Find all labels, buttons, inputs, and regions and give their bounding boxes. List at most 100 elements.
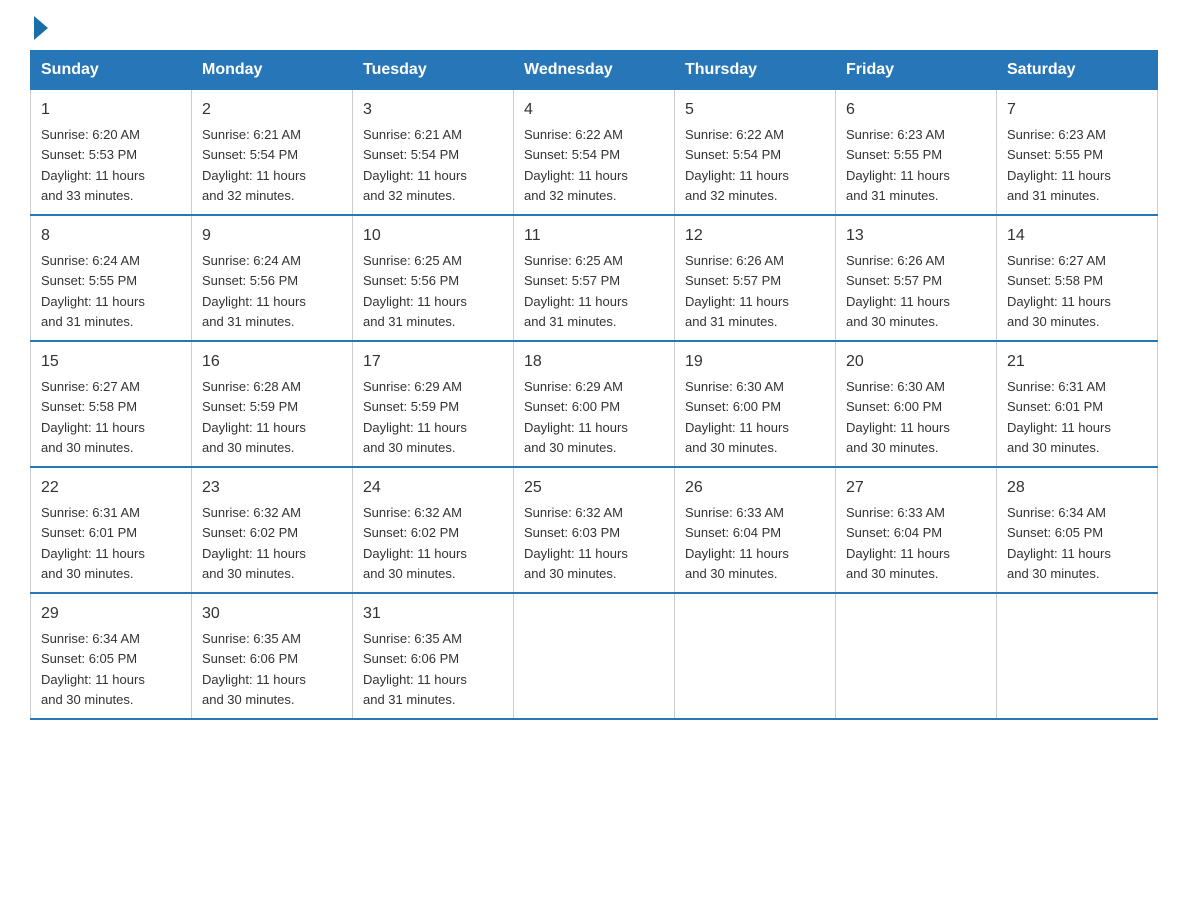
day-info: Sunrise: 6:33 AMSunset: 6:04 PMDaylight:…: [685, 505, 789, 581]
day-number: 8: [41, 224, 181, 248]
day-number: 12: [685, 224, 825, 248]
header-sunday: Sunday: [31, 51, 192, 90]
calendar-cell: 20 Sunrise: 6:30 AMSunset: 6:00 PMDaylig…: [836, 341, 997, 467]
day-number: 19: [685, 350, 825, 374]
day-info: Sunrise: 6:26 AMSunset: 5:57 PMDaylight:…: [685, 253, 789, 329]
day-info: Sunrise: 6:24 AMSunset: 5:56 PMDaylight:…: [202, 253, 306, 329]
header-saturday: Saturday: [997, 51, 1158, 90]
day-number: 4: [524, 98, 664, 122]
day-info: Sunrise: 6:25 AMSunset: 5:57 PMDaylight:…: [524, 253, 628, 329]
day-info: Sunrise: 6:33 AMSunset: 6:04 PMDaylight:…: [846, 505, 950, 581]
day-info: Sunrise: 6:24 AMSunset: 5:55 PMDaylight:…: [41, 253, 145, 329]
calendar-cell: 12 Sunrise: 6:26 AMSunset: 5:57 PMDaylig…: [675, 215, 836, 341]
calendar-cell: 1 Sunrise: 6:20 AMSunset: 5:53 PMDayligh…: [31, 90, 192, 216]
calendar-cell: 17 Sunrise: 6:29 AMSunset: 5:59 PMDaylig…: [353, 341, 514, 467]
calendar-cell: 7 Sunrise: 6:23 AMSunset: 5:55 PMDayligh…: [997, 90, 1158, 216]
calendar-cell: 11 Sunrise: 6:25 AMSunset: 5:57 PMDaylig…: [514, 215, 675, 341]
day-info: Sunrise: 6:21 AMSunset: 5:54 PMDaylight:…: [363, 127, 467, 203]
header-thursday: Thursday: [675, 51, 836, 90]
calendar-cell: 15 Sunrise: 6:27 AMSunset: 5:58 PMDaylig…: [31, 341, 192, 467]
calendar-header-row: SundayMondayTuesdayWednesdayThursdayFrid…: [31, 51, 1158, 90]
logo-arrow-icon: [34, 16, 48, 40]
day-number: 29: [41, 602, 181, 626]
day-number: 16: [202, 350, 342, 374]
day-info: Sunrise: 6:23 AMSunset: 5:55 PMDaylight:…: [846, 127, 950, 203]
day-number: 5: [685, 98, 825, 122]
day-number: 17: [363, 350, 503, 374]
calendar-cell: [997, 593, 1158, 719]
calendar-cell: 6 Sunrise: 6:23 AMSunset: 5:55 PMDayligh…: [836, 90, 997, 216]
calendar-cell: 14 Sunrise: 6:27 AMSunset: 5:58 PMDaylig…: [997, 215, 1158, 341]
day-info: Sunrise: 6:23 AMSunset: 5:55 PMDaylight:…: [1007, 127, 1111, 203]
calendar-cell: 16 Sunrise: 6:28 AMSunset: 5:59 PMDaylig…: [192, 341, 353, 467]
day-info: Sunrise: 6:31 AMSunset: 6:01 PMDaylight:…: [41, 505, 145, 581]
day-number: 15: [41, 350, 181, 374]
calendar-cell: [675, 593, 836, 719]
calendar-cell: 13 Sunrise: 6:26 AMSunset: 5:57 PMDaylig…: [836, 215, 997, 341]
calendar-cell: [514, 593, 675, 719]
day-number: 10: [363, 224, 503, 248]
header-monday: Monday: [192, 51, 353, 90]
calendar-cell: 28 Sunrise: 6:34 AMSunset: 6:05 PMDaylig…: [997, 467, 1158, 593]
calendar-cell: 3 Sunrise: 6:21 AMSunset: 5:54 PMDayligh…: [353, 90, 514, 216]
calendar-cell: 4 Sunrise: 6:22 AMSunset: 5:54 PMDayligh…: [514, 90, 675, 216]
day-number: 31: [363, 602, 503, 626]
day-number: 1: [41, 98, 181, 122]
week-row-5: 29 Sunrise: 6:34 AMSunset: 6:05 PMDaylig…: [31, 593, 1158, 719]
day-info: Sunrise: 6:35 AMSunset: 6:06 PMDaylight:…: [202, 631, 306, 707]
day-number: 3: [363, 98, 503, 122]
day-info: Sunrise: 6:32 AMSunset: 6:03 PMDaylight:…: [524, 505, 628, 581]
calendar-cell: 25 Sunrise: 6:32 AMSunset: 6:03 PMDaylig…: [514, 467, 675, 593]
day-number: 21: [1007, 350, 1147, 374]
week-row-4: 22 Sunrise: 6:31 AMSunset: 6:01 PMDaylig…: [31, 467, 1158, 593]
calendar-cell: [836, 593, 997, 719]
week-row-2: 8 Sunrise: 6:24 AMSunset: 5:55 PMDayligh…: [31, 215, 1158, 341]
calendar-cell: 22 Sunrise: 6:31 AMSunset: 6:01 PMDaylig…: [31, 467, 192, 593]
day-number: 13: [846, 224, 986, 248]
day-info: Sunrise: 6:22 AMSunset: 5:54 PMDaylight:…: [524, 127, 628, 203]
page-header: [30, 20, 1158, 40]
day-number: 24: [363, 476, 503, 500]
calendar-cell: 8 Sunrise: 6:24 AMSunset: 5:55 PMDayligh…: [31, 215, 192, 341]
calendar-cell: 31 Sunrise: 6:35 AMSunset: 6:06 PMDaylig…: [353, 593, 514, 719]
day-number: 20: [846, 350, 986, 374]
day-number: 23: [202, 476, 342, 500]
calendar-cell: 19 Sunrise: 6:30 AMSunset: 6:00 PMDaylig…: [675, 341, 836, 467]
day-number: 9: [202, 224, 342, 248]
week-row-3: 15 Sunrise: 6:27 AMSunset: 5:58 PMDaylig…: [31, 341, 1158, 467]
calendar-cell: 5 Sunrise: 6:22 AMSunset: 5:54 PMDayligh…: [675, 90, 836, 216]
calendar-cell: 18 Sunrise: 6:29 AMSunset: 6:00 PMDaylig…: [514, 341, 675, 467]
day-number: 30: [202, 602, 342, 626]
day-number: 11: [524, 224, 664, 248]
day-info: Sunrise: 6:26 AMSunset: 5:57 PMDaylight:…: [846, 253, 950, 329]
day-number: 26: [685, 476, 825, 500]
calendar-cell: 24 Sunrise: 6:32 AMSunset: 6:02 PMDaylig…: [353, 467, 514, 593]
calendar-table: SundayMondayTuesdayWednesdayThursdayFrid…: [30, 50, 1158, 720]
day-info: Sunrise: 6:32 AMSunset: 6:02 PMDaylight:…: [202, 505, 306, 581]
day-number: 18: [524, 350, 664, 374]
day-info: Sunrise: 6:21 AMSunset: 5:54 PMDaylight:…: [202, 127, 306, 203]
calendar-cell: 27 Sunrise: 6:33 AMSunset: 6:04 PMDaylig…: [836, 467, 997, 593]
calendar-cell: 9 Sunrise: 6:24 AMSunset: 5:56 PMDayligh…: [192, 215, 353, 341]
day-info: Sunrise: 6:29 AMSunset: 6:00 PMDaylight:…: [524, 379, 628, 455]
day-info: Sunrise: 6:34 AMSunset: 6:05 PMDaylight:…: [1007, 505, 1111, 581]
day-info: Sunrise: 6:28 AMSunset: 5:59 PMDaylight:…: [202, 379, 306, 455]
calendar-cell: 2 Sunrise: 6:21 AMSunset: 5:54 PMDayligh…: [192, 90, 353, 216]
day-number: 22: [41, 476, 181, 500]
day-info: Sunrise: 6:34 AMSunset: 6:05 PMDaylight:…: [41, 631, 145, 707]
header-friday: Friday: [836, 51, 997, 90]
day-number: 6: [846, 98, 986, 122]
day-info: Sunrise: 6:35 AMSunset: 6:06 PMDaylight:…: [363, 631, 467, 707]
calendar-cell: 30 Sunrise: 6:35 AMSunset: 6:06 PMDaylig…: [192, 593, 353, 719]
day-info: Sunrise: 6:27 AMSunset: 5:58 PMDaylight:…: [41, 379, 145, 455]
calendar-cell: 29 Sunrise: 6:34 AMSunset: 6:05 PMDaylig…: [31, 593, 192, 719]
day-number: 14: [1007, 224, 1147, 248]
day-info: Sunrise: 6:27 AMSunset: 5:58 PMDaylight:…: [1007, 253, 1111, 329]
day-number: 27: [846, 476, 986, 500]
calendar-cell: 21 Sunrise: 6:31 AMSunset: 6:01 PMDaylig…: [997, 341, 1158, 467]
logo: [30, 20, 48, 40]
day-info: Sunrise: 6:30 AMSunset: 6:00 PMDaylight:…: [685, 379, 789, 455]
week-row-1: 1 Sunrise: 6:20 AMSunset: 5:53 PMDayligh…: [31, 90, 1158, 216]
day-number: 25: [524, 476, 664, 500]
day-number: 2: [202, 98, 342, 122]
